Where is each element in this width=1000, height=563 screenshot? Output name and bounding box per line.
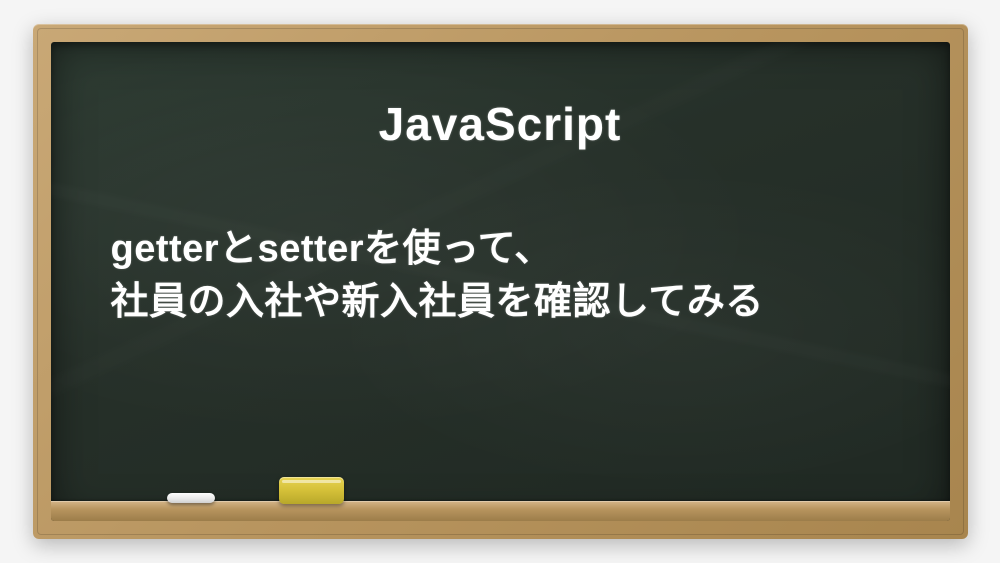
chalkboard-frame: JavaScript getterとsetterを使って、 社員の入社や新入社員… bbox=[33, 24, 968, 539]
body-line-2: 社員の入社や新入社員を確認してみる bbox=[111, 276, 930, 329]
eraser-icon bbox=[279, 477, 344, 504]
chalkboard-surface: JavaScript getterとsetterを使って、 社員の入社や新入社員… bbox=[51, 42, 950, 521]
board-body: getterとsetterを使って、 社員の入社や新入社員を確認してみる bbox=[51, 223, 950, 329]
chalk-icon bbox=[167, 493, 215, 503]
chalk-tray bbox=[51, 501, 950, 521]
board-title: JavaScript bbox=[51, 97, 950, 151]
body-line-1: getterとsetterを使って、 bbox=[111, 223, 930, 276]
